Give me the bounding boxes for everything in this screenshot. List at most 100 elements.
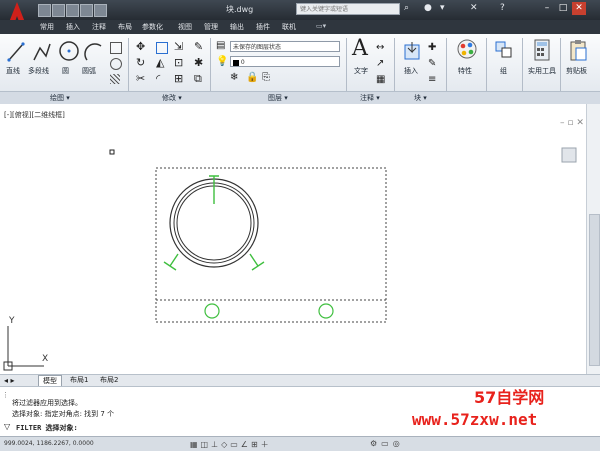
move-icon[interactable]: ✥ [136,40,146,53]
close-viewport-icon[interactable]: – ▫ ✕ [560,118,584,128]
polyline-label: 多段线 [28,67,49,75]
fillet-icon[interactable]: ◜ [156,72,166,85]
circle-label: 圆 [62,67,69,75]
table-icon[interactable]: ▦ [376,74,386,85]
layers-panel-label[interactable]: 图层 ▾ [268,93,288,103]
block-panel-label[interactable]: 块 ▾ [414,93,427,103]
layer-lock-icon[interactable]: 🔒 [246,72,258,83]
title-bar: 块.dwg 键入关键字或短语 ⌕ ● ▾ ✕ ? – □ ✕ [0,0,600,30]
vertical-scrollbar[interactable] [586,104,600,374]
close-button[interactable]: ✕ [572,2,586,15]
coordinate-readout: 999.0024, 1186.2267, 0.0000 [4,440,94,447]
save-icon[interactable] [66,4,79,17]
polyline-icon[interactable] [32,40,52,64]
current-layer-dropdown[interactable]: 0 [230,56,340,67]
tab-home[interactable]: 常用 [40,22,54,32]
command-prompt[interactable]: FILTER 选择对象: [16,423,78,433]
tab-layout1[interactable]: 布局1 [66,375,92,385]
annotation-panel-label[interactable]: 注释 ▾ [360,93,380,103]
ribbon-toggle-icon[interactable]: ▭▾ [316,22,326,30]
ellipse-icon[interactable] [110,58,122,70]
tab-online[interactable]: 联机 [282,22,296,32]
top-grip[interactable] [209,175,219,204]
create-block-icon[interactable]: ✚ [428,42,438,53]
tab-view[interactable]: 视图 [178,22,192,32]
clipboard-icon[interactable] [568,38,588,62]
utilities-label: 实用工具 [528,67,556,75]
tab-manage[interactable]: 管理 [204,22,218,32]
text-icon[interactable]: A [352,36,368,61]
tab-output[interactable]: 输出 [230,22,244,32]
insert-block-icon[interactable] [402,40,424,62]
properties-icon[interactable] [456,38,478,60]
scale-icon[interactable]: ⊡ [174,56,184,69]
line-icon[interactable] [6,40,26,64]
tab-parametric[interactable]: 参数化 [142,22,163,32]
offset-icon[interactable]: ⧉ [194,72,204,85]
trim-icon[interactable]: ✂ [136,72,146,85]
left-bolt-circle[interactable] [204,303,220,319]
draw-panel-label[interactable]: 绘图 ▾ [50,93,70,103]
text-label: 文字 [354,67,368,75]
command-window-handle-icon[interactable]: ⋮ [2,391,9,399]
drafting-toggle-icons[interactable]: ▦◫⊥◇▭∠⊞＋ [190,439,272,450]
attribute-icon[interactable]: ≡ [428,74,438,85]
help-icon[interactable]: ? [500,3,505,13]
drawing-canvas[interactable]: Y X – ▫ ✕ [0,104,586,374]
line-label: 直线 [6,67,20,75]
arc-icon[interactable] [84,40,104,64]
ucs-y-label: Y [9,316,15,326]
search-placeholder: 键入关键字或短语 [300,6,349,13]
layer-match-icon[interactable]: ⎘ [262,72,272,83]
ribbon-panel-label-bar [0,91,600,104]
rectangle-icon[interactable] [110,42,122,54]
viewport-controls[interactable]: [-][俯视][二维线框] [4,110,65,120]
minimize-button[interactable]: – [540,2,554,15]
viewcube[interactable] [561,147,577,163]
login-icon[interactable]: ▾ [440,3,445,13]
hatch-icon[interactable] [110,74,120,84]
left-grip[interactable] [163,253,179,271]
search-icon[interactable]: ⌕ [404,3,409,13]
tab-layout2[interactable]: 布局2 [96,375,122,385]
search-input[interactable]: 键入关键字或短语 [296,3,400,15]
tab-plugins[interactable]: 插件 [256,22,270,32]
exchange-icon[interactable]: ✕ [470,3,478,13]
calculator-icon[interactable] [532,38,552,62]
layer-state-dropdown[interactable]: 未保存的图层状态 [230,41,340,52]
rotate-icon[interactable]: ↻ [136,56,146,69]
erase-icon[interactable]: ✎ [194,40,204,53]
command-prompt-icon: ▽ [4,422,11,431]
array-icon[interactable]: ⊞ [174,72,184,85]
groups-label: 组 [500,67,507,75]
layer-on-icon[interactable]: 💡 [216,56,228,67]
modify-panel-label[interactable]: 修改 ▾ [162,93,182,103]
layer-freeze-icon[interactable]: ❄ [230,72,240,83]
new-file-icon[interactable] [38,4,51,17]
explode-icon[interactable]: ✱ [194,56,204,69]
insert-label: 插入 [404,67,418,75]
dimension-icon[interactable]: ↔ [376,42,386,53]
watermark-url: www.57zxw.net [412,410,538,429]
tab-layout[interactable]: 布局 [118,22,132,32]
undo-icon[interactable] [80,4,93,17]
tab-insert[interactable]: 插入 [66,22,80,32]
stretch-icon[interactable]: ⇲ [174,40,184,53]
right-bolt-circle[interactable] [318,303,334,319]
mirror-icon[interactable]: ◭ [156,56,166,69]
copy-icon[interactable] [156,42,168,54]
user-icon[interactable]: ● [424,3,432,13]
open-file-icon[interactable] [52,4,65,17]
group-icon[interactable] [494,40,514,60]
circle-icon[interactable] [58,38,80,64]
edit-block-icon[interactable]: ✎ [428,58,438,69]
redo-icon[interactable] [94,4,107,17]
scrollbar-thumb[interactable] [589,214,600,366]
leader-icon[interactable]: ↗ [376,58,386,69]
right-grip[interactable] [249,253,265,271]
status-tray-icons[interactable]: ⚙▭◎ [370,439,404,448]
maximize-button[interactable]: □ [556,2,570,15]
tab-nav-arrows-icon[interactable]: ◂ ▸ [4,376,15,385]
tab-annotate[interactable]: 注释 [92,22,106,32]
layer-properties-icon[interactable]: ▤ [216,40,226,51]
